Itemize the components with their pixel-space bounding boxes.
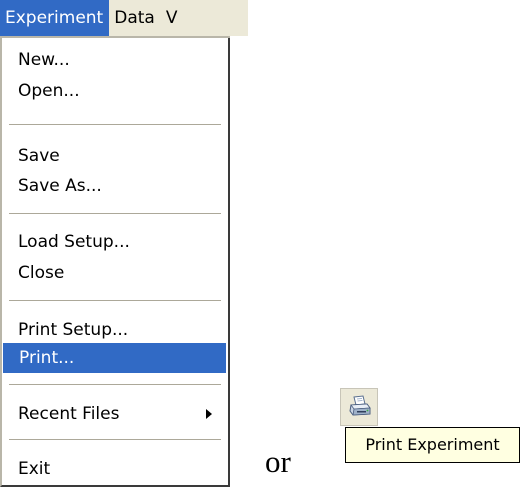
- menu-item-load-setup[interactable]: Load Setup...: [2, 227, 228, 257]
- menu-separator: [9, 384, 221, 386]
- print-toolbar-button[interactable]: [340, 388, 378, 426]
- menu-item-close[interactable]: Close: [2, 258, 228, 288]
- menu-separator: [9, 300, 221, 302]
- menu-item-print-setup[interactable]: Print Setup...: [2, 315, 228, 345]
- menu-item-exit[interactable]: Exit: [2, 454, 228, 484]
- menu-separator: [9, 124, 221, 126]
- menubar-item-partial[interactable]: V: [161, 0, 184, 36]
- or-label: or: [265, 444, 291, 479]
- menu-item-recent-files[interactable]: Recent Files: [2, 399, 228, 429]
- menubar-item-experiment[interactable]: Experiment: [0, 0, 110, 36]
- experiment-menu: New... Open... Save Save As... Load Setu…: [0, 36, 230, 487]
- menu-separator: [9, 439, 221, 441]
- menu-separator: [9, 213, 221, 215]
- printer-icon: [349, 395, 371, 416]
- menubar: Experiment Data V: [0, 0, 248, 36]
- menu-item-new[interactable]: New...: [2, 45, 228, 75]
- menu-item-save-as[interactable]: Save As...: [2, 171, 228, 201]
- menu-item-print[interactable]: Print...: [3, 343, 226, 373]
- submenu-arrow-icon: [206, 409, 212, 419]
- menu-item-recent-files-label: Recent Files: [18, 404, 120, 424]
- menu-item-open[interactable]: Open...: [2, 76, 228, 106]
- print-experiment-tooltip: Print Experiment: [345, 427, 520, 463]
- menu-item-save[interactable]: Save: [2, 141, 228, 171]
- menubar-item-data[interactable]: Data: [109, 0, 161, 36]
